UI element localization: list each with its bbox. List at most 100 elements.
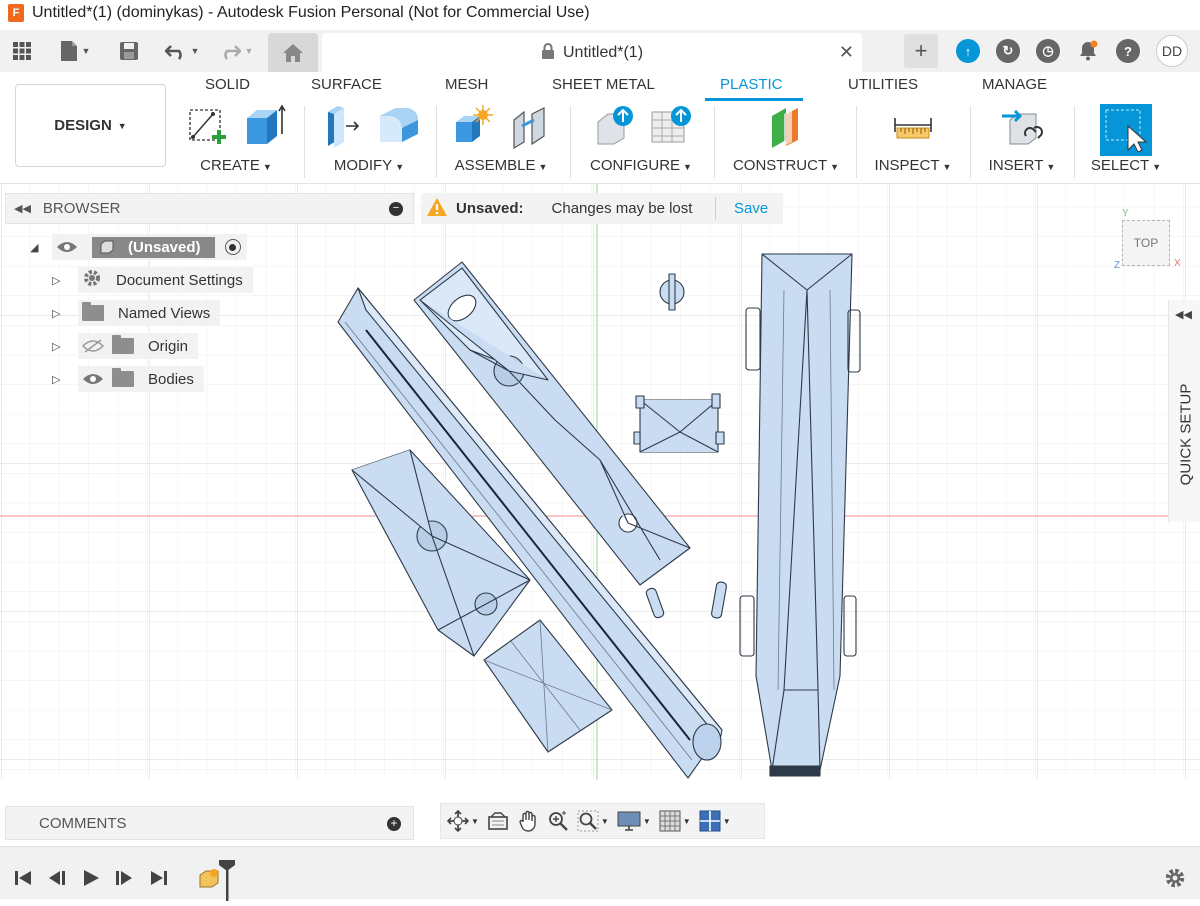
configuration-table-icon[interactable]	[648, 104, 692, 150]
component-icon	[100, 240, 114, 254]
display-settings-button[interactable]: ▼	[617, 806, 651, 836]
insert-group-label[interactable]: INSERT	[989, 157, 1044, 174]
apps-grid-icon[interactable]	[8, 36, 36, 66]
file-menu-button[interactable]: ▼	[54, 36, 96, 66]
browser-root-row[interactable]: ◢ (Unsaved)	[30, 234, 247, 260]
tab-mesh[interactable]: MESH	[445, 76, 488, 93]
activate-radio-icon[interactable]	[224, 239, 241, 255]
minimize-icon[interactable]: −	[389, 202, 403, 216]
step-forward-icon[interactable]	[113, 867, 135, 889]
browser-item-bodies[interactable]: ▷ Bodies	[52, 366, 204, 392]
insert-derive-icon[interactable]	[1000, 104, 1044, 150]
expand-triangle-icon[interactable]: ▷	[52, 307, 60, 320]
press-pull-icon[interactable]	[318, 104, 362, 150]
configure-group-label[interactable]: CONFIGURE	[590, 157, 680, 174]
root-component: (Unsaved)	[92, 236, 215, 258]
orbit-button[interactable]: ▼	[447, 806, 479, 836]
expand-triangle-icon[interactable]: ▷	[52, 373, 60, 386]
workspace-label: DESIGN	[54, 117, 112, 134]
browser-item-document-settings[interactable]: ▷ Document Settings	[52, 267, 253, 293]
grid-settings-button[interactable]: ▼	[659, 806, 691, 836]
display-monitor-icon	[617, 811, 641, 831]
look-at-icon[interactable]	[487, 806, 509, 836]
hidden-eye-icon[interactable]	[82, 339, 104, 353]
notifications-bell-icon[interactable]	[1076, 39, 1100, 63]
undo-button[interactable]: ▼	[160, 36, 204, 66]
timeline-settings-gear-icon[interactable]	[1164, 867, 1186, 894]
create-sketch-icon[interactable]	[185, 104, 229, 150]
inspect-group-label[interactable]: INSPECT	[875, 157, 940, 174]
job-status-icon[interactable]: ◷	[1036, 39, 1060, 63]
workspace-switcher[interactable]: DESIGN ▼	[15, 84, 166, 167]
select-group-label[interactable]: SELECT	[1091, 157, 1149, 174]
viewcube-face-top[interactable]: TOP	[1122, 220, 1170, 266]
configure-model-icon[interactable]	[590, 104, 634, 150]
browser-panel-header[interactable]: ◀◀ BROWSER −	[5, 193, 414, 224]
browser-item-named-views[interactable]: ▷ Named Views	[52, 300, 221, 326]
home-tab[interactable]	[268, 33, 318, 72]
zoom-window-icon	[577, 810, 599, 832]
pan-hand-icon[interactable]	[517, 806, 539, 836]
viewcube-axis-y: Y	[1122, 208, 1129, 219]
notice-title: Unsaved:	[456, 200, 524, 217]
go-to-end-icon[interactable]	[148, 867, 170, 889]
assemble-group: ASSEMBLE ▼	[444, 102, 558, 178]
help-icon[interactable]: ?	[1116, 39, 1140, 63]
viewcube[interactable]: Y TOP Z X	[1112, 208, 1192, 278]
modify-group-label[interactable]: MODIFY	[334, 157, 392, 174]
upload-icon[interactable]: ↑	[956, 39, 980, 63]
close-tab-icon[interactable]: ✕	[839, 42, 854, 63]
comments-title: COMMENTS	[39, 814, 127, 832]
navigation-bar: ▼ ▼ ▼ ▼ ▼	[440, 803, 765, 839]
select-icon[interactable]	[1100, 104, 1152, 156]
visibility-eye-icon[interactable]	[56, 240, 78, 254]
viewports-button[interactable]: ▼	[699, 806, 731, 836]
save-link[interactable]: Save	[734, 200, 768, 217]
tab-sheet-metal[interactable]: SHEET METAL	[552, 76, 655, 93]
fillet-icon[interactable]	[376, 104, 420, 150]
quick-access-bar: ▼ ▼ ▼ Untitled*(1) ✕ + ↑ ↻ ◷ ? DD	[0, 30, 1200, 72]
comments-panel[interactable]: COMMENTS +	[5, 806, 414, 840]
browser-item-origin[interactable]: ▷ Origin	[52, 333, 199, 359]
configure-group: CONFIGURE ▼	[578, 102, 704, 178]
app-logo: F	[8, 4, 24, 22]
expand-triangle-icon[interactable]: ▷	[52, 274, 60, 287]
tab-surface[interactable]: SURFACE	[311, 76, 382, 93]
zoom-icon[interactable]	[547, 806, 569, 836]
viewcube-axis-z: Z	[1114, 260, 1121, 271]
extensions-icon[interactable]: ↻	[996, 39, 1020, 63]
save-icon[interactable]	[116, 36, 142, 66]
new-tab-button[interactable]: +	[904, 34, 938, 68]
tab-manage[interactable]: MANAGE	[982, 76, 1047, 93]
create-group-label[interactable]: CREATE	[200, 157, 260, 174]
active-tab-indicator	[705, 98, 803, 101]
warning-icon	[426, 197, 448, 221]
collapse-panel-icon[interactable]: ◀◀	[14, 202, 31, 215]
play-icon[interactable]	[80, 867, 102, 889]
measure-icon[interactable]	[891, 104, 935, 150]
offset-plane-icon[interactable]	[764, 104, 808, 150]
quick-setup-panel[interactable]: ◀◀ QUICK SETUP	[1168, 300, 1200, 522]
document-tab[interactable]: Untitled*(1) ✕	[322, 33, 862, 72]
tab-plastic[interactable]: PLASTIC	[720, 76, 783, 93]
assemble-group-label[interactable]: ASSEMBLE	[455, 157, 536, 174]
redo-button[interactable]: ▼	[214, 36, 258, 66]
tab-solid[interactable]: SOLID	[205, 76, 250, 93]
document-tab-title: Untitled*(1)	[562, 43, 644, 61]
add-comment-icon[interactable]: +	[387, 817, 401, 831]
joint-icon[interactable]	[508, 104, 552, 150]
zoom-window-button[interactable]: ▼	[577, 806, 609, 836]
browser-item-label: Bodies	[148, 370, 194, 388]
tab-utilities[interactable]: UTILITIES	[848, 76, 918, 93]
viewcube-axis-x: X	[1174, 258, 1181, 269]
avatar[interactable]: DD	[1156, 35, 1188, 67]
expand-triangle-icon[interactable]: ◢	[30, 241, 38, 254]
go-to-start-icon[interactable]	[12, 867, 34, 889]
visibility-eye-icon[interactable]	[82, 372, 104, 386]
expand-triangle-icon[interactable]: ▷	[52, 340, 60, 353]
extrude-icon[interactable]	[243, 104, 287, 150]
construct-group-label[interactable]: CONSTRUCT	[733, 157, 827, 174]
step-back-icon[interactable]	[46, 867, 68, 889]
expand-panel-icon[interactable]: ◀◀	[1175, 308, 1192, 321]
new-component-icon[interactable]	[450, 104, 494, 150]
